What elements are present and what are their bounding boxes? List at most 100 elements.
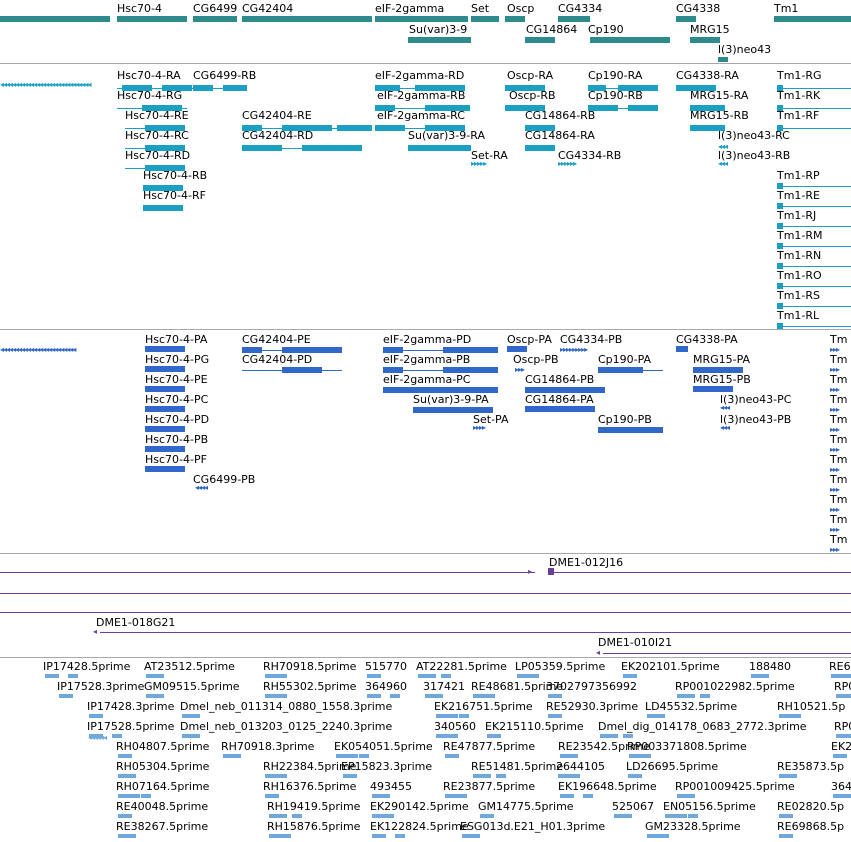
cds-block[interactable] — [145, 446, 185, 452]
est-block[interactable] — [146, 674, 164, 678]
cds-block[interactable] — [507, 346, 527, 352]
transcript-label[interactable]: eIF-2gamma-RC — [377, 109, 465, 122]
est-block[interactable] — [560, 754, 578, 758]
est-block[interactable] — [89, 714, 103, 718]
protein-label[interactable]: CG42404-PD — [242, 353, 312, 366]
est-block[interactable] — [418, 674, 436, 678]
est-block[interactable] — [367, 694, 381, 698]
transcript-label[interactable]: l(3)neo43-RB — [718, 149, 790, 162]
transcript-label[interactable]: Set-RA — [471, 149, 508, 162]
protein-label[interactable]: Tm — [830, 333, 847, 346]
est-label[interactable]: RH04807.5prime — [116, 740, 209, 753]
gene-bar[interactable] — [471, 16, 499, 22]
transcript-label[interactable]: Tm1-RF — [777, 109, 819, 122]
est-block[interactable] — [425, 694, 443, 698]
est-label[interactable]: IP17428.5prime — [43, 660, 130, 673]
cds-block[interactable] — [145, 426, 185, 432]
est-label[interactable]: RP001022982.5prime — [675, 680, 795, 693]
est-label[interactable]: 364960 — [365, 680, 407, 693]
est-label[interactable]: 3702797356992 — [546, 680, 637, 693]
protein-label[interactable]: MRG15-PB — [693, 373, 751, 386]
est-block[interactable] — [118, 814, 132, 818]
est-block[interactable] — [628, 774, 642, 778]
gene-label[interactable]: MRG15 — [690, 23, 730, 36]
transcript-label[interactable]: CG14864-RA — [525, 129, 595, 142]
gene-bar[interactable] — [525, 37, 555, 43]
est-block[interactable] — [265, 794, 279, 798]
protein-label-truncated[interactable]: Tm — [830, 453, 847, 466]
est-block[interactable] — [45, 674, 59, 678]
est-block[interactable] — [623, 734, 633, 738]
gene-bar[interactable] — [193, 16, 237, 22]
est-block[interactable] — [436, 714, 458, 718]
est-label[interactable]: ESG013d.E21_H01.3prime — [460, 820, 605, 833]
transcript-label[interactable]: l(3)neo43-RC — [718, 129, 790, 142]
exon-block[interactable] — [143, 205, 183, 211]
gene-label[interactable]: Su(var)3-9 — [409, 23, 467, 36]
est-block[interactable] — [751, 674, 769, 678]
exon-block[interactable] — [223, 85, 247, 91]
protein-label-truncated[interactable]: Tm — [830, 413, 847, 426]
est-block[interactable] — [614, 814, 632, 818]
gene-label[interactable]: Cp190 — [588, 23, 624, 36]
est-block[interactable] — [265, 674, 287, 678]
protein-label[interactable]: Hsc70-4-PE — [145, 373, 208, 386]
gene-label[interactable]: CG42404 — [242, 2, 293, 15]
transcript-label[interactable]: eIF-2gamma-RD — [375, 69, 464, 82]
est-label[interactable]: RH07164.5prime — [116, 780, 209, 793]
exon-block[interactable] — [598, 367, 643, 373]
protein-label[interactable]: Hsc70-4-PB — [145, 433, 208, 446]
protein-label-truncated[interactable]: Tm — [830, 353, 847, 366]
transcript-label[interactable]: CG42404-RD — [242, 129, 313, 142]
est-label[interactable]: 340560 — [434, 720, 476, 733]
est-label[interactable]: RP001009425.5prime — [675, 780, 795, 793]
gene-label[interactable]: eIF-2gamma — [375, 2, 444, 15]
transcript-label[interactable]: CG4338-RA — [676, 69, 739, 82]
est-label[interactable]: 2644105 — [556, 760, 605, 773]
est-block[interactable] — [487, 734, 501, 738]
gene-label[interactable]: CG6499 — [193, 2, 237, 15]
gene-label[interactable]: Oscp — [507, 2, 534, 15]
est-block[interactable] — [141, 794, 151, 798]
est-block[interactable] — [395, 834, 405, 838]
est-block[interactable] — [583, 794, 593, 798]
protein-label[interactable]: Cp190-PB — [598, 413, 652, 426]
est-block[interactable] — [836, 734, 851, 738]
protein-label[interactable]: CG14864-PB — [525, 373, 594, 386]
protein-label[interactable]: MRG15-PA — [693, 353, 750, 366]
transcript-label[interactable]: Hsc70-4-RE — [125, 109, 189, 122]
transcript-label[interactable]: Cp190-RA — [588, 69, 642, 82]
est-label[interactable]: GM09515.5prime — [144, 680, 240, 693]
transcript-label[interactable]: Tm1-RJ — [777, 209, 816, 222]
exon-block[interactable] — [242, 145, 282, 151]
est-block[interactable] — [436, 734, 458, 738]
est-block[interactable] — [112, 734, 122, 738]
transcript-label[interactable]: Cp190-RB — [588, 89, 643, 102]
est-label[interactable]: RE35873.5p — [777, 760, 844, 773]
est-block[interactable] — [623, 674, 637, 678]
est-label[interactable]: EK196648.5prime — [558, 780, 657, 793]
cds-block[interactable] — [145, 466, 185, 472]
protein-label-truncated[interactable]: Tm — [830, 393, 847, 406]
protein-label[interactable]: CG6499-PB — [193, 473, 255, 486]
protein-label[interactable]: Su(var)3-9-PA — [413, 393, 489, 406]
est-label[interactable]: RH70918.5prime — [263, 660, 356, 673]
gene-bar[interactable] — [558, 16, 590, 22]
est-label[interactable]: RH15876.5prime — [267, 820, 360, 833]
clone-label[interactable]: DME1-012J16 — [549, 556, 623, 569]
gene-bar[interactable] — [408, 37, 471, 43]
protein-label-truncated[interactable]: Tm — [830, 373, 847, 386]
est-label[interactable]: AT23512.5prime — [144, 660, 235, 673]
est-block[interactable] — [496, 774, 506, 778]
transcript-label[interactable]: Tm1-RL — [777, 309, 819, 322]
protein-label[interactable]: Set-PA — [473, 413, 509, 426]
protein-label[interactable]: Oscp-PA — [507, 333, 552, 346]
est-label[interactable]: Dmel_neb_011314_0880_1558.3prime — [180, 700, 392, 713]
transcript-label[interactable]: CG14864-RB — [525, 109, 595, 122]
protein-label[interactable]: Hsc70-4-PD — [145, 413, 209, 426]
protein-label[interactable]: Hsc70-4-PA — [145, 333, 207, 346]
est-block[interactable] — [269, 834, 291, 838]
est-block[interactable] — [367, 674, 381, 678]
protein-label[interactable]: l(3)neo43-PB — [720, 413, 791, 426]
est-block[interactable] — [269, 814, 287, 818]
